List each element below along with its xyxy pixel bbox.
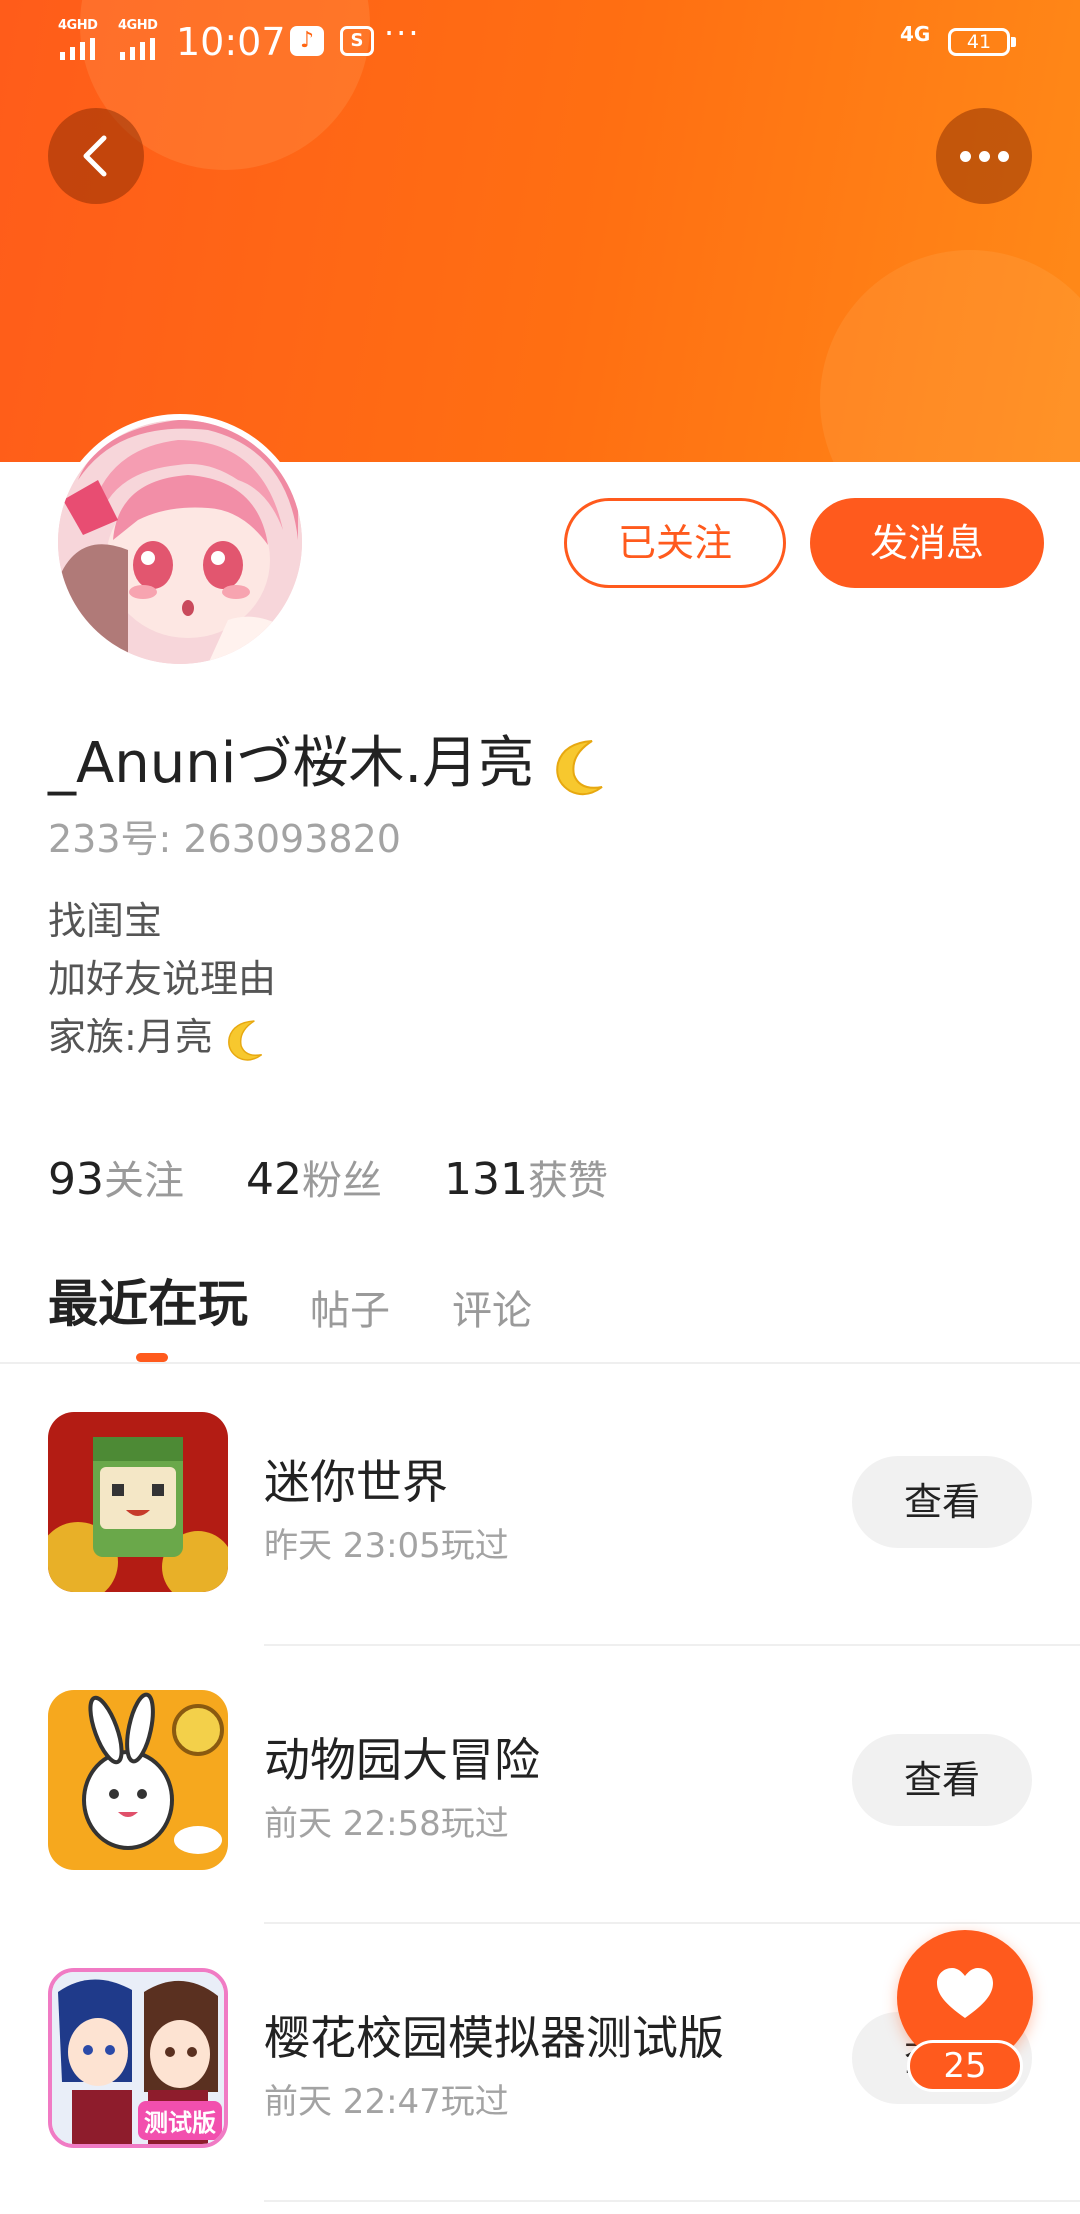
bio-line: 找闺宝 <box>48 899 163 943</box>
battery-level: 41 <box>966 31 992 53</box>
profile-tabs: 最近在玩 帖子 评论 <box>48 1264 594 1336</box>
game-icon-zoo-adventure <box>48 1690 228 1870</box>
bio-line: 家族:月亮 <box>48 1015 213 1059</box>
bio-line: 加好友说理由 <box>48 957 277 1001</box>
battery-icon: 41 <box>948 28 1016 56</box>
bio-line-family: 家族:月亮 <box>48 1008 276 1066</box>
clock: 10:07 <box>176 20 286 64</box>
following-label: 关注 <box>104 1158 184 1204</box>
game-icon-sakura-school: 测试版 <box>48 1968 228 2148</box>
signal-sim1: 4GHD <box>58 18 108 62</box>
followers-count: 42 <box>246 1154 302 1205</box>
profile-page: 4GHD 4GHD 10:07 ♪ S ··· 4G 41 已关注 发消息 _A… <box>0 0 1080 2214</box>
music-app-icon: ♪ <box>290 26 324 56</box>
view-game-button[interactable]: 查看 <box>852 1734 1032 1826</box>
tab-comments[interactable]: 评论 <box>452 1278 532 1336</box>
more-dots-icon <box>959 150 1009 162</box>
game-last-played: 昨天 23:05玩过 <box>264 1526 509 1566</box>
notification-overflow: ··· <box>384 14 421 52</box>
view-game-button[interactable]: 查看 <box>852 1456 1032 1548</box>
user-id-value: 263093820 <box>183 817 401 861</box>
following-stat[interactable]: 93关注 <box>48 1148 184 1206</box>
signal-sim2: 4GHD <box>118 18 168 62</box>
game-list-item[interactable]: 动物园大冒险 前天 22:58玩过 查看 <box>0 1646 1080 1924</box>
status-bar: 4GHD 4GHD 10:07 ♪ S ··· 4G 41 <box>0 0 1080 86</box>
likes-label: 获赞 <box>527 1158 608 1204</box>
avatar-image <box>58 420 302 664</box>
signal-label: 4GHD <box>118 18 158 33</box>
test-version-badge: 测试版 <box>138 2101 222 2140</box>
send-message-button[interactable]: 发消息 <box>810 498 1044 588</box>
back-button[interactable] <box>48 108 144 204</box>
nickname-text: _Anuniづ桜木.月亮 <box>48 731 535 796</box>
avatar[interactable] <box>52 414 308 670</box>
heart-icon <box>937 1968 993 2018</box>
like-count-badge: 25 <box>907 2040 1023 2092</box>
profile-banner: 4GHD 4GHD 10:07 ♪ S ··· 4G 41 <box>0 0 1080 462</box>
game-name: 迷你世界 <box>264 1455 448 1509</box>
profile-stats: 93关注 42粉丝 131获赞 <box>48 1148 608 1206</box>
game-last-played: 前天 22:58玩过 <box>264 1804 509 1844</box>
followers-label: 粉丝 <box>302 1158 382 1204</box>
game-list-item[interactable]: 迷你世界 昨天 23:05玩过 查看 <box>0 1368 1080 1646</box>
tab-posts[interactable]: 帖子 <box>310 1278 390 1336</box>
active-tab-indicator <box>136 1353 168 1362</box>
profile-bio: 找闺宝 加好友说理由 家族:月亮 <box>48 892 276 1066</box>
following-count: 93 <box>48 1154 104 1205</box>
likes-stat[interactable]: 131获赞 <box>444 1148 608 1206</box>
profile-nickname: _Anuniづ桜木.月亮 <box>48 718 612 799</box>
user-id: 233号: 263093820 <box>48 808 413 863</box>
divider <box>264 2200 1080 2202</box>
followed-button[interactable]: 已关注 <box>564 498 786 588</box>
crescent-moon-icon <box>556 739 603 796</box>
game-last-played: 前天 22:47玩过 <box>264 2082 509 2122</box>
chevron-left-icon <box>83 135 107 177</box>
divider <box>0 1362 1080 1364</box>
crescent-moon-icon <box>228 1019 263 1061</box>
followers-stat[interactable]: 42粉丝 <box>246 1148 382 1206</box>
signal-label: 4GHD <box>58 18 98 33</box>
signal-bars-icon <box>120 38 155 60</box>
more-button[interactable] <box>936 108 1032 204</box>
sim-toolkit-icon: S <box>340 26 374 56</box>
network-type: 4G <box>900 22 931 46</box>
user-id-label: 233号: <box>48 817 172 861</box>
game-name: 樱花校园模拟器测试版 <box>264 2011 724 2065</box>
game-icon-mini-world <box>48 1412 228 1592</box>
likes-count: 131 <box>444 1154 528 1205</box>
signal-bars-icon <box>60 38 95 60</box>
game-name: 动物园大冒险 <box>264 1733 540 1787</box>
tab-recently-played[interactable]: 最近在玩 <box>48 1264 248 1336</box>
banner-decoration <box>820 250 1080 462</box>
